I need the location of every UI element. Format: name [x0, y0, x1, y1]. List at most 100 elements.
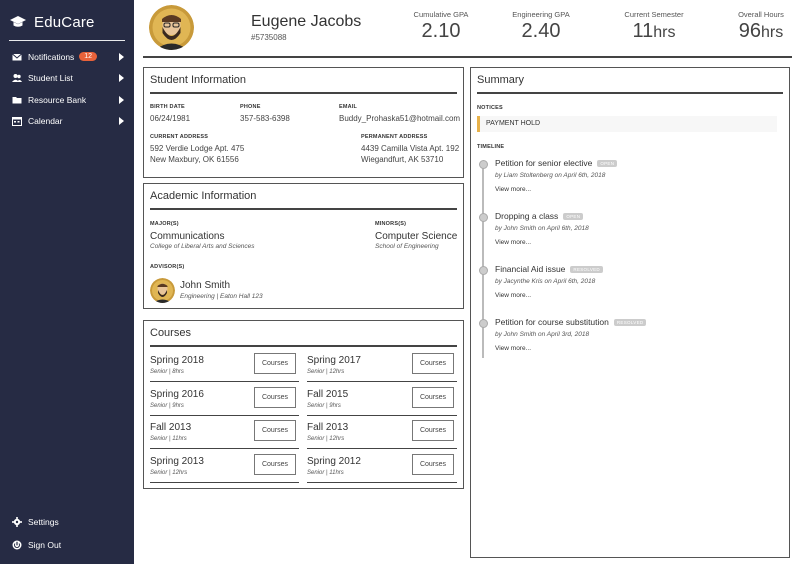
student-avatar: [149, 5, 194, 50]
course-row: Spring 2013 Senior | 12hrs Courses: [150, 450, 299, 483]
chevron-right-icon: [119, 74, 124, 83]
stat-value: 11hrs: [632, 20, 676, 42]
courses-button[interactable]: Courses: [412, 420, 454, 441]
sidebar-item-label: Resource Bank: [28, 94, 87, 105]
sidebar-item-label: Calendar: [28, 116, 63, 127]
courses-button[interactable]: Courses: [412, 387, 454, 408]
courses-button[interactable]: Courses: [412, 454, 454, 475]
graduation-cap-icon: [10, 16, 26, 27]
courses-panel: Courses Spring 2018 Senior | 8hrs Course…: [143, 320, 464, 489]
panel-title: Summary: [477, 74, 525, 86]
student-header: Eugene Jacobs #5735088 Cumulative GPA 2.…: [134, 0, 800, 56]
brand[interactable]: EduCare: [0, 0, 134, 36]
course-term: Spring 2018: [150, 355, 204, 366]
sidebar-item-label: Student List: [28, 73, 73, 84]
stat-label: Overall Hours: [738, 10, 784, 19]
panel-divider: [477, 92, 783, 94]
timeline-item: Petition for course substitution RESOLVED…: [477, 317, 777, 367]
status-badge: RESOLVED: [613, 318, 647, 326]
sidebar-bottom-nav: Settings Sign Out: [0, 510, 134, 556]
field-label: ADVISOR(S): [150, 264, 185, 270]
courses-button[interactable]: Courses: [254, 454, 296, 475]
student-information-panel: Student Information BIRTH DATE 06/24/198…: [143, 67, 464, 178]
field-label: MINORS(S): [375, 221, 407, 227]
chevron-right-icon: [119, 95, 124, 104]
field-value: 592 Verdie Lodge Apt. 475 New Maxbury, OK…: [150, 144, 245, 164]
timeline-item-author: by Jacynthe Kris on April 6th, 2018: [495, 278, 596, 285]
stat-label: Current Semester: [624, 10, 684, 19]
sidebar-item-notifications[interactable]: Notifications 12: [0, 46, 134, 68]
course-term: Spring 2017: [307, 355, 361, 366]
panel-divider: [150, 345, 457, 347]
sidebar-item-student-list[interactable]: Student List: [0, 68, 134, 90]
course-row: Fall 2013 Senior | 11hrs Courses: [150, 416, 299, 449]
academic-information-panel: Academic Information MAJOR(S) Communicat…: [143, 183, 464, 309]
course-term: Fall 2013: [307, 422, 349, 433]
course-row: Spring 2016 Senior | 9hrs Courses: [150, 383, 299, 416]
stat-cumulative-gpa: Cumulative GPA 2.10: [396, 10, 486, 43]
field-value: 357-583-6398: [240, 114, 290, 123]
timeline-item-title[interactable]: Financial Aid issue RESOLVED: [495, 264, 603, 274]
permanent-address-field: PERMANENT ADDRESS 4439 Camilla Vista Apt…: [361, 134, 459, 165]
advisor-avatar: [150, 278, 175, 303]
stat-value: 96hrs: [738, 20, 784, 42]
field-value[interactable]: Buddy_Prohaska51@hotmail.com: [339, 113, 460, 124]
chevron-right-icon: [119, 117, 124, 126]
course-detail: Senior | 9hrs: [150, 403, 184, 409]
app-name: EduCare: [34, 13, 95, 31]
sidebar-nav: Notifications 12 Student List Resource B…: [0, 46, 134, 132]
folder-icon: [12, 96, 22, 104]
advisor-name[interactable]: John Smith: [180, 280, 230, 291]
courses-button[interactable]: Courses: [412, 353, 454, 374]
timeline-item-author: by John Smith on April 6th, 2018: [495, 225, 589, 232]
course-term: Spring 2012: [307, 456, 361, 467]
timeline-item-title[interactable]: Dropping a class OPEN: [495, 211, 584, 221]
view-more-link[interactable]: View more...: [495, 345, 531, 352]
sidebar-item-calendar[interactable]: Calendar: [0, 111, 134, 133]
panel-title: Courses: [150, 327, 191, 339]
field-value: 4439 Camilla Vista Apt. 192 Wiegandfurt, …: [361, 144, 460, 164]
birth-date-field: BIRTH DATE 06/24/1981: [150, 104, 190, 124]
minor-school: School of Engineering: [375, 243, 439, 250]
course-term: Fall 2015: [307, 389, 349, 400]
stat-label: Cumulative GPA: [413, 10, 469, 19]
sidebar-item-sign-out[interactable]: Sign Out: [0, 533, 134, 556]
stat-value: 2.40: [521, 20, 561, 42]
advisor-detail: Engineering | Eaton Hall 123: [180, 293, 263, 300]
timeline-item: Petition for senior elective OPEN by Liam…: [477, 158, 777, 208]
course-detail: Senior | 11hrs: [150, 436, 187, 442]
course-detail: Senior | 12hrs: [307, 436, 345, 442]
minor-name: Computer Science: [375, 231, 458, 242]
timeline-item-title[interactable]: Petition for course substitution RESOLVED: [495, 317, 647, 327]
field-label: CURRENT ADDRESS: [150, 134, 209, 140]
courses-button[interactable]: Courses: [254, 353, 296, 374]
chevron-right-icon: [119, 52, 124, 61]
view-more-link[interactable]: View more...: [495, 239, 531, 246]
courses-button[interactable]: Courses: [254, 387, 296, 408]
course-detail: Senior | 12hrs: [150, 470, 188, 476]
timeline-item-author: by Liam Stoltenberg on April 6th, 2018: [495, 172, 606, 179]
field-label: BIRTH DATE: [150, 104, 185, 110]
panel-title: Academic Information: [150, 190, 257, 202]
timeline-item: Financial Aid issue RESOLVED by Jacynthe …: [477, 264, 777, 314]
phone-field: PHONE 357-583-6398: [240, 104, 290, 124]
sidebar-item-resource-bank[interactable]: Resource Bank: [0, 89, 134, 111]
current-address-field: CURRENT ADDRESS 592 Verdie Lodge Apt. 47…: [150, 134, 244, 165]
view-more-link[interactable]: View more...: [495, 292, 531, 299]
course-row: Spring 2017 Senior | 12hrs Courses: [307, 349, 457, 382]
payment-hold-notice[interactable]: PAYMENT HOLD: [477, 116, 777, 132]
advisor-field: ADVISOR(S): [150, 264, 184, 270]
summary-panel: Summary NOTICES PAYMENT HOLD TIMELINE Pe…: [470, 67, 790, 558]
view-more-link[interactable]: View more...: [495, 186, 531, 193]
sidebar-item-settings[interactable]: Settings: [0, 510, 134, 533]
stat-value: 2.10: [421, 20, 461, 42]
courses-button[interactable]: Courses: [254, 420, 296, 441]
timeline-item-author: by John Smith on April 3rd, 2018: [495, 331, 590, 338]
timeline-item-title[interactable]: Petition for senior elective OPEN: [495, 158, 618, 168]
users-icon: [12, 74, 22, 83]
major-field: MAJOR(S) Communications College of Liber…: [150, 221, 255, 250]
timeline-dot: [479, 213, 488, 222]
field-label: MAJOR(S): [150, 221, 179, 227]
course-row: Spring 2018 Senior | 8hrs Courses: [150, 349, 299, 382]
stat-overall-hours: Overall Hours 96hrs: [716, 10, 800, 43]
